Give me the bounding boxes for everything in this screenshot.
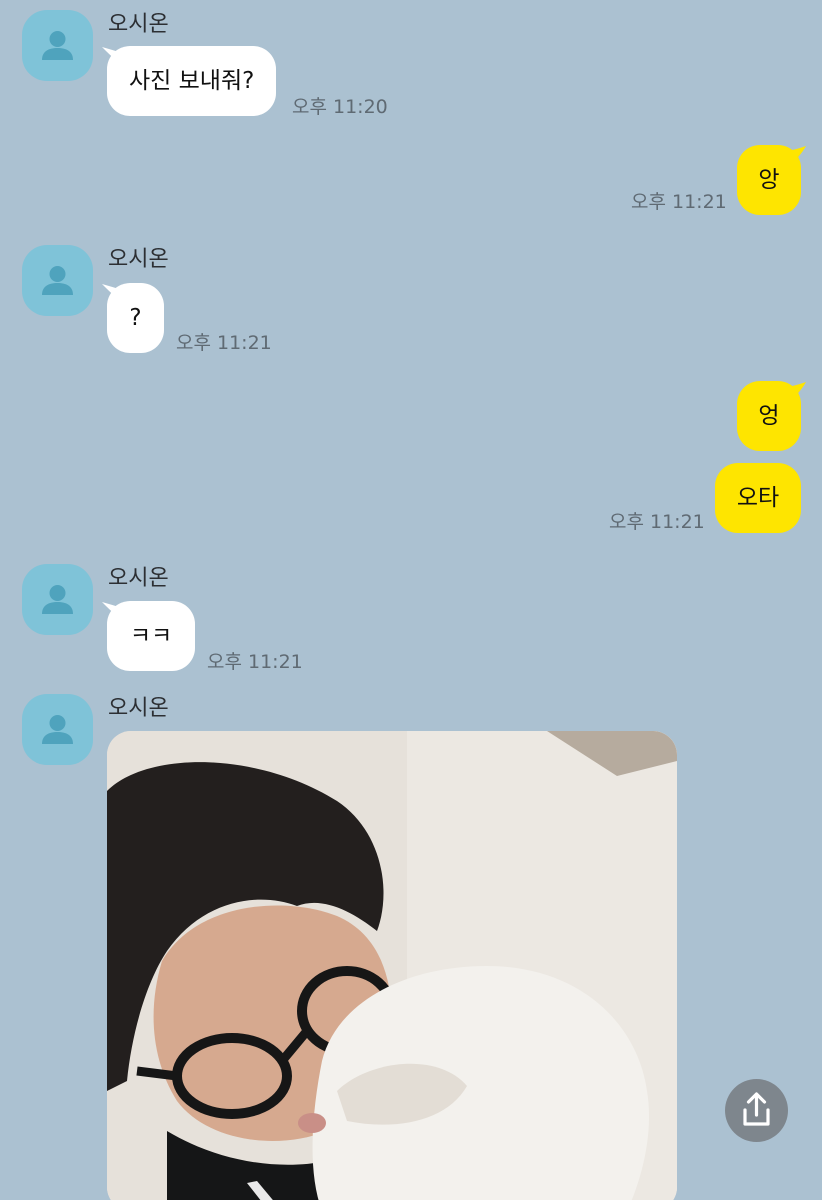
message-time: 오후 11:21 xyxy=(207,651,303,673)
bubble-tail xyxy=(786,382,806,401)
message-bubble-incoming[interactable]: ㅋㅋ xyxy=(107,601,195,671)
message-time: 오후 11:21 xyxy=(176,332,272,354)
share-button[interactable] xyxy=(725,1079,788,1142)
share-upload-icon xyxy=(743,1092,770,1126)
photo-message[interactable] xyxy=(107,731,677,1200)
person-icon xyxy=(42,715,73,744)
avatar[interactable] xyxy=(22,564,93,635)
message-bubble-incoming[interactable]: ? xyxy=(107,283,164,353)
person-icon xyxy=(42,31,73,60)
avatar[interactable] xyxy=(22,694,93,765)
message-bubble-incoming[interactable]: 사진 보내줘? xyxy=(107,46,277,116)
message-bubble-outgoing[interactable]: 오타 xyxy=(715,463,801,533)
avatar[interactable] xyxy=(22,245,93,316)
bubble-tail xyxy=(786,146,806,165)
person-icon xyxy=(42,266,73,295)
message-time: 오후 11:20 xyxy=(292,96,388,118)
sender-name: 오시온 xyxy=(108,12,169,37)
sender-name: 오시온 xyxy=(108,247,169,272)
sender-name: 오시온 xyxy=(108,566,169,591)
message-time: 오후 11:21 xyxy=(631,191,727,213)
message-time: 오후 11:21 xyxy=(609,511,705,533)
person-icon xyxy=(42,585,73,614)
avatar[interactable] xyxy=(22,10,93,81)
sender-name: 오시온 xyxy=(108,696,169,721)
photo-image-icon xyxy=(107,731,677,1200)
